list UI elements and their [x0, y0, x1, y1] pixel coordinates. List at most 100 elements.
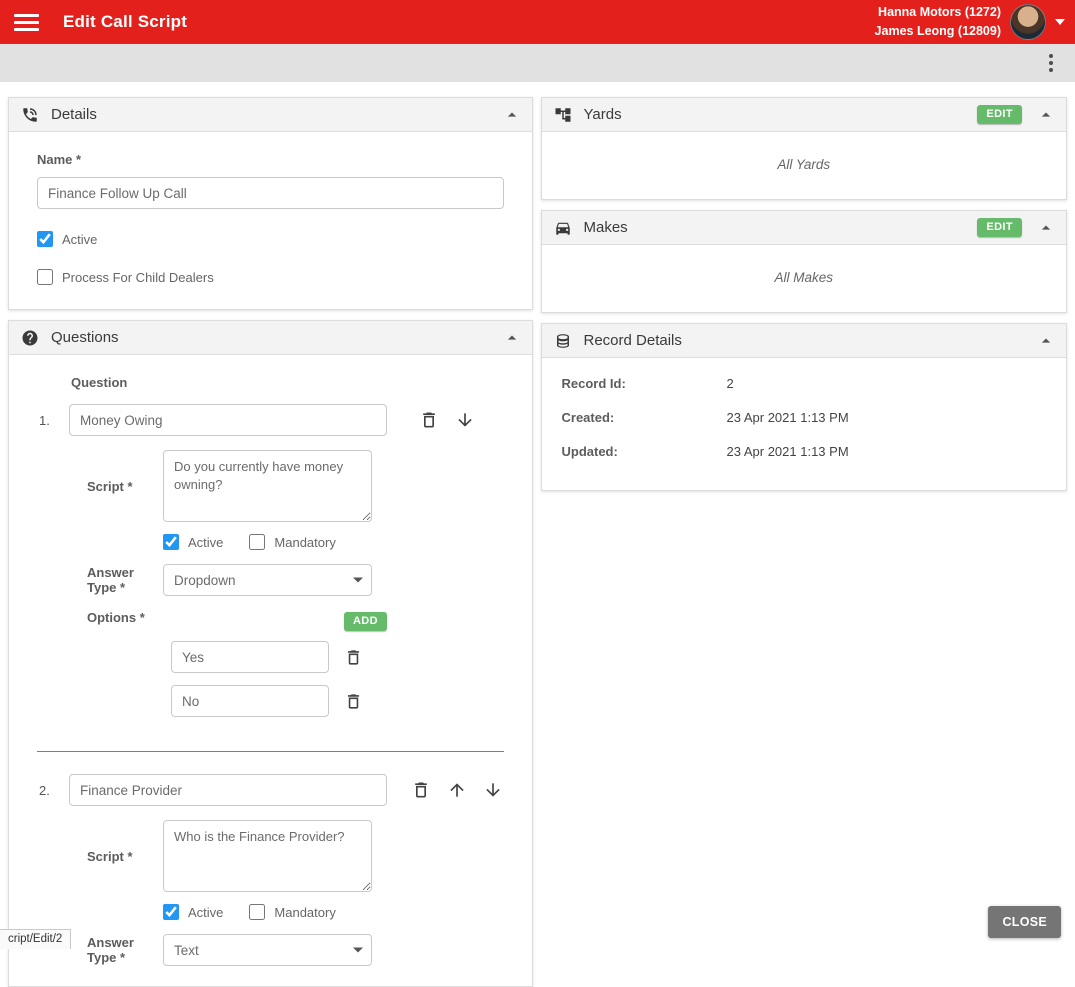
question-mandatory-check-row[interactable]: Mandatory — [249, 904, 336, 920]
answer-type-select-input[interactable]: Text — [163, 934, 372, 966]
delete-question-button[interactable] — [419, 410, 439, 430]
delete-option-button[interactable] — [344, 692, 363, 711]
answer-type-select[interactable]: Text — [163, 934, 372, 966]
active-checkbox[interactable] — [37, 231, 53, 247]
question-active-check-row[interactable]: Active — [163, 904, 223, 920]
record-id-value: 2 — [726, 376, 734, 391]
question-active-checkbox[interactable] — [163, 534, 179, 550]
move-down-button[interactable] — [483, 780, 503, 800]
menu-icon[interactable] — [14, 13, 39, 31]
trash-icon — [347, 693, 360, 709]
arrow-up-icon — [450, 783, 464, 797]
question-checks: Active Mandatory — [163, 534, 532, 550]
question-mandatory-check-row[interactable]: Mandatory — [249, 534, 336, 550]
sitemap-icon — [555, 107, 570, 122]
option-input[interactable] — [171, 685, 329, 717]
record-row: Updated: 23 Apr 2021 1:13 PM — [562, 444, 1047, 459]
database-icon — [556, 333, 569, 348]
kebab-menu-icon[interactable] — [1045, 50, 1057, 76]
move-down-button[interactable] — [455, 410, 475, 430]
details-card: Details Name * Active Process For Child … — [8, 97, 533, 310]
answer-type-select[interactable]: Dropdown — [163, 564, 372, 596]
question-mandatory-label: Mandatory — [274, 534, 336, 550]
details-collapse-button[interactable] — [500, 103, 524, 127]
collapse-up-icon — [507, 112, 516, 117]
left-column: Details Name * Active Process For Child … — [8, 97, 533, 987]
question-block-2: 2. Script * Who is the Finance Provider? — [9, 774, 532, 986]
edit-makes-button[interactable]: EDIT — [977, 218, 1022, 237]
makes-collapse-button[interactable] — [1034, 216, 1058, 240]
script-field: Script * Who is the Finance Provider? — [87, 820, 532, 892]
main-content: Details Name * Active Process For Child … — [0, 82, 1075, 987]
page-title: Edit Call Script — [63, 12, 188, 31]
record-details-card: Record Details Record Id: 2 Created: 23 … — [540, 323, 1067, 491]
record-details-card-title: Record Details — [583, 332, 682, 349]
statusbar-url: cript/Edit/2 — [0, 929, 72, 949]
question-name-row: 2. — [39, 774, 532, 806]
user-name: James Leong (12809) — [874, 24, 1001, 38]
name-label: Name * — [37, 152, 82, 167]
collapse-up-icon — [1041, 112, 1051, 117]
collapse-up-icon — [1041, 225, 1051, 230]
move-up-button[interactable] — [447, 780, 467, 800]
yards-collapse-button[interactable] — [1034, 103, 1058, 127]
details-card-title: Details — [51, 106, 97, 123]
user-menu-caret-icon[interactable] — [1055, 19, 1065, 25]
script-textarea[interactable]: Who is the Finance Provider? — [163, 820, 372, 892]
help-icon — [22, 330, 38, 345]
delete-question-button[interactable] — [411, 780, 431, 800]
collapse-up-icon — [1041, 338, 1051, 343]
script-field: Script * Do you currently have money own… — [87, 450, 532, 522]
script-textarea[interactable]: Do you currently have money owning? — [163, 450, 372, 522]
delete-option-button[interactable] — [344, 648, 363, 667]
child-dealers-label: Process For Child Dealers — [62, 269, 214, 285]
child-dealers-checkbox[interactable] — [37, 269, 53, 285]
dealer-name: Hanna Motors (1272) — [878, 5, 1001, 20]
record-row: Created: 23 Apr 2021 1:13 PM — [562, 410, 1047, 425]
edit-yards-button[interactable]: EDIT — [977, 105, 1022, 124]
trash-icon — [347, 649, 360, 665]
question-mandatory-checkbox[interactable] — [249, 904, 266, 920]
questions-collapse-button[interactable] — [500, 326, 524, 350]
script-label: Script * — [87, 478, 133, 494]
answer-type-field: Answer Type * Text — [87, 934, 532, 966]
avatar[interactable] — [1010, 4, 1046, 40]
question-name-row: 1. — [39, 404, 532, 436]
question-divider — [37, 751, 504, 752]
close-button[interactable]: CLOSE — [988, 906, 1061, 938]
questions-card: Questions Question 1. Sc — [8, 320, 533, 987]
makes-empty-text: All Makes — [774, 270, 833, 285]
question-number: 1. — [39, 412, 50, 428]
question-active-label: Active — [188, 904, 224, 920]
makes-card-header: Makes EDIT — [541, 211, 1066, 245]
question-active-check-row[interactable]: Active — [163, 534, 223, 550]
question-mandatory-checkbox[interactable] — [249, 534, 266, 550]
question-name-input[interactable] — [69, 774, 387, 806]
updated-value: 23 Apr 2021 1:13 PM — [726, 444, 849, 459]
makes-card: Makes EDIT All Makes — [540, 210, 1067, 313]
record-row: Record Id: 2 — [562, 376, 1047, 391]
yards-card-header: Yards EDIT — [541, 98, 1066, 132]
record-details-collapse-button[interactable] — [1034, 329, 1058, 353]
questions-card-body: Question 1. Script * Do you currently ha… — [9, 355, 532, 986]
question-name-input[interactable] — [69, 404, 387, 436]
arrow-down-icon — [486, 783, 500, 797]
question-column-header: Question — [71, 375, 128, 390]
name-input[interactable] — [37, 177, 504, 209]
answer-type-select-input[interactable]: Dropdown — [163, 564, 372, 596]
question-active-checkbox[interactable] — [163, 904, 179, 920]
add-option-button[interactable]: ADD — [343, 612, 387, 631]
account-info: Hanna Motors (1272) James Leong (12809) — [875, 3, 1001, 41]
question-active-label: Active — [188, 534, 224, 550]
trash-icon — [423, 412, 435, 428]
record-details-body: Record Id: 2 Created: 23 Apr 2021 1:13 P… — [542, 358, 1067, 490]
makes-card-title: Makes — [583, 219, 628, 236]
active-check-row[interactable]: Active — [37, 231, 504, 247]
option-input[interactable] — [171, 641, 329, 673]
active-label: Active — [62, 231, 98, 247]
trash-icon — [415, 782, 427, 798]
record-id-label: Record Id: — [561, 376, 626, 391]
app-header: Edit Call Script Hanna Motors (1272) Jam… — [0, 0, 1075, 44]
child-dealers-check-row[interactable]: Process For Child Dealers — [37, 269, 504, 285]
details-card-body: Name * Active Process For Child Dealers — [9, 132, 532, 309]
